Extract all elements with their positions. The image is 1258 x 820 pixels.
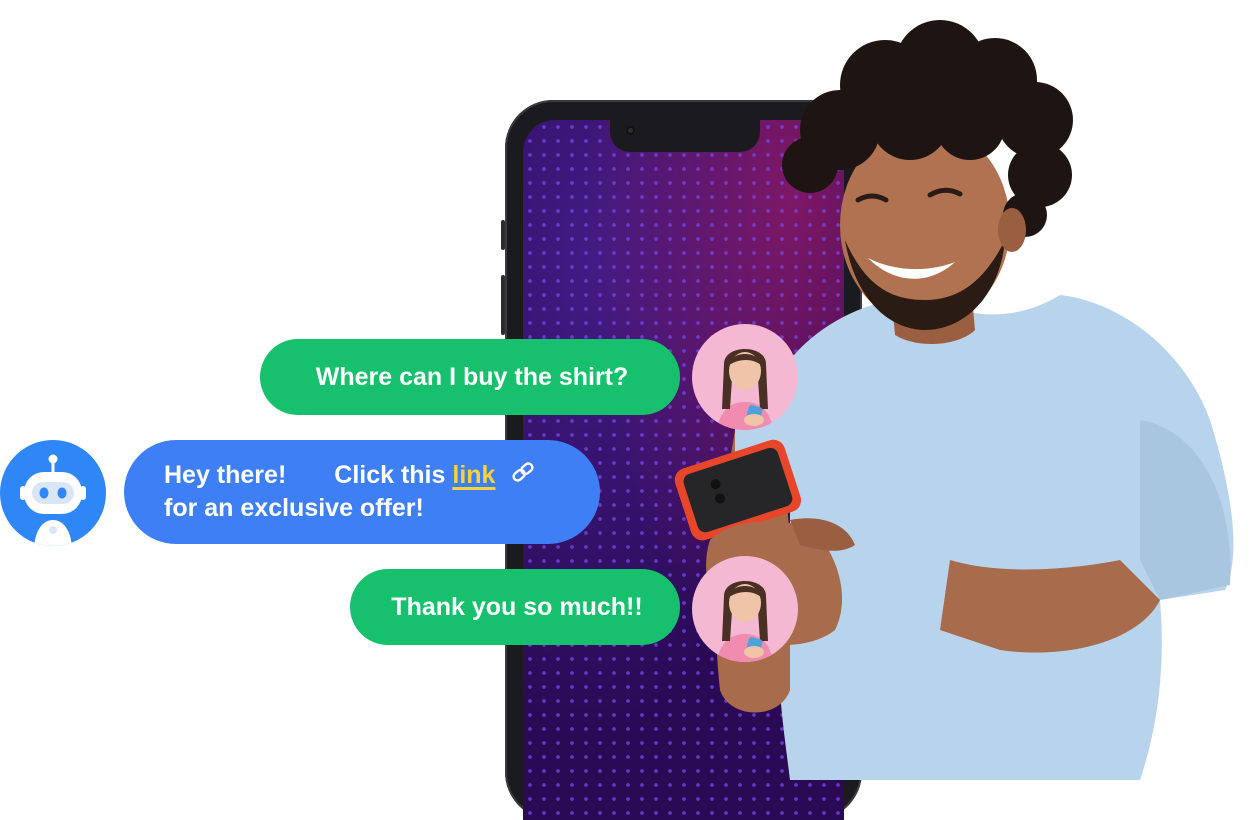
message-text: Where can I buy the shirt? <box>315 362 629 391</box>
offer-link[interactable]: link <box>452 461 495 489</box>
chat-message-user-question: Where can I buy the shirt? <box>260 339 680 415</box>
front-camera <box>626 126 635 135</box>
message-line-1: Hey there! Click this link <box>164 459 536 493</box>
woman-avatar-icon <box>717 349 773 430</box>
chat-message-user-thanks: Thank you so much!! <box>350 569 680 645</box>
chat-message-bot-offer: Hey there! Click this link for an exclusi… <box>124 440 600 544</box>
chatbot-avatar <box>0 440 106 546</box>
message-text: Thank you so much!! <box>391 592 643 621</box>
user-avatar <box>692 324 798 430</box>
cta-text: Click this <box>334 460 446 489</box>
man-ear <box>998 208 1026 252</box>
chain-link-icon <box>510 459 536 492</box>
robot-icon <box>20 454 86 546</box>
greeting-text: Hey there! <box>164 460 287 489</box>
phone-volume-up-button <box>501 275 505 335</box>
user-avatar <box>692 556 798 662</box>
woman-avatar-icon <box>717 581 773 662</box>
marketing-scene: Where can I buy the shirt? Hey there! Cli… <box>0 0 1258 820</box>
message-line-2: for an exclusive offer! <box>164 494 424 523</box>
phone-side-button <box>501 220 505 250</box>
